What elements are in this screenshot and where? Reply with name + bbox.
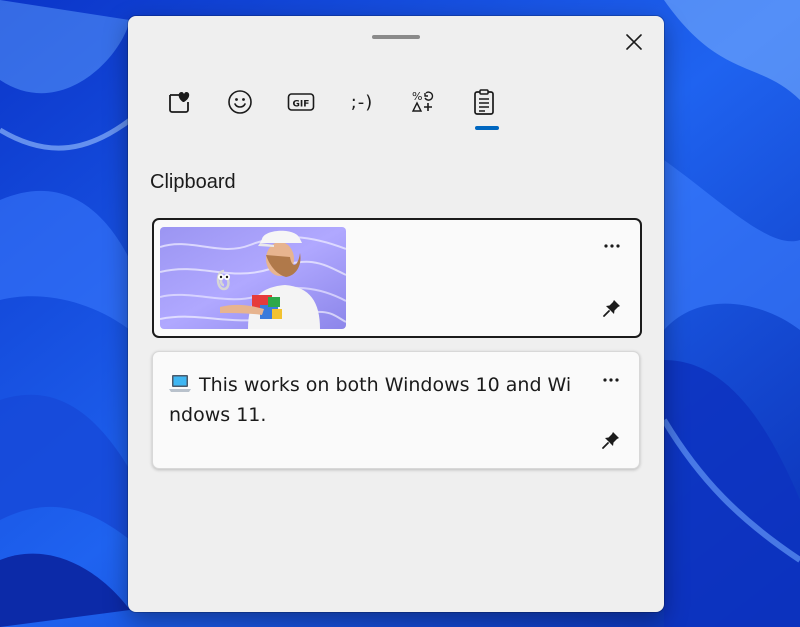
kaomoji-icon: ;-) xyxy=(350,91,374,113)
close-icon xyxy=(626,34,642,50)
more-dots-icon xyxy=(603,378,619,382)
svg-text:%: % xyxy=(412,90,422,103)
drag-handle[interactable] xyxy=(372,35,420,39)
tab-emoji[interactable] xyxy=(216,82,264,122)
more-dots-icon xyxy=(604,244,620,248)
pin-icon xyxy=(603,300,620,317)
heart-box-icon xyxy=(169,92,190,113)
tab-clipboard[interactable] xyxy=(460,82,508,122)
smiley-icon xyxy=(228,90,252,114)
svg-text:GIF: GIF xyxy=(293,100,310,110)
tab-gif[interactable]: GIF xyxy=(277,82,325,122)
tab-kaomoji[interactable]: ;-) xyxy=(338,82,386,122)
clipboard-image-thumbnail xyxy=(160,227,346,329)
symbols-icon: % xyxy=(411,90,434,112)
item-pin-button[interactable] xyxy=(598,296,626,320)
clipboard-text: This works on both Windows 10 and Window… xyxy=(169,374,572,426)
item-pin-button[interactable] xyxy=(597,428,625,452)
tab-symbols[interactable]: % xyxy=(399,82,447,122)
laptop-icon xyxy=(169,375,191,392)
emoji-clipboard-panel: GIF ;-) % Clipboard This works on both W… xyxy=(128,16,664,612)
active-tab-indicator xyxy=(475,126,499,130)
item-more-options-button[interactable] xyxy=(597,370,625,390)
item-more-options-button[interactable] xyxy=(598,236,626,256)
close-button[interactable] xyxy=(618,26,650,58)
clipboard-icon xyxy=(474,89,494,115)
pin-icon xyxy=(602,432,619,449)
gif-icon: GIF xyxy=(287,93,315,111)
clipboard-item-text[interactable]: This works on both Windows 10 and Window… xyxy=(152,351,640,469)
clipboard-item-image[interactable] xyxy=(152,218,642,338)
tab-favorites[interactable] xyxy=(155,82,203,122)
section-title: Clipboard xyxy=(150,171,236,193)
clipboard-item-text-content: This works on both Windows 10 and Window… xyxy=(169,370,581,430)
